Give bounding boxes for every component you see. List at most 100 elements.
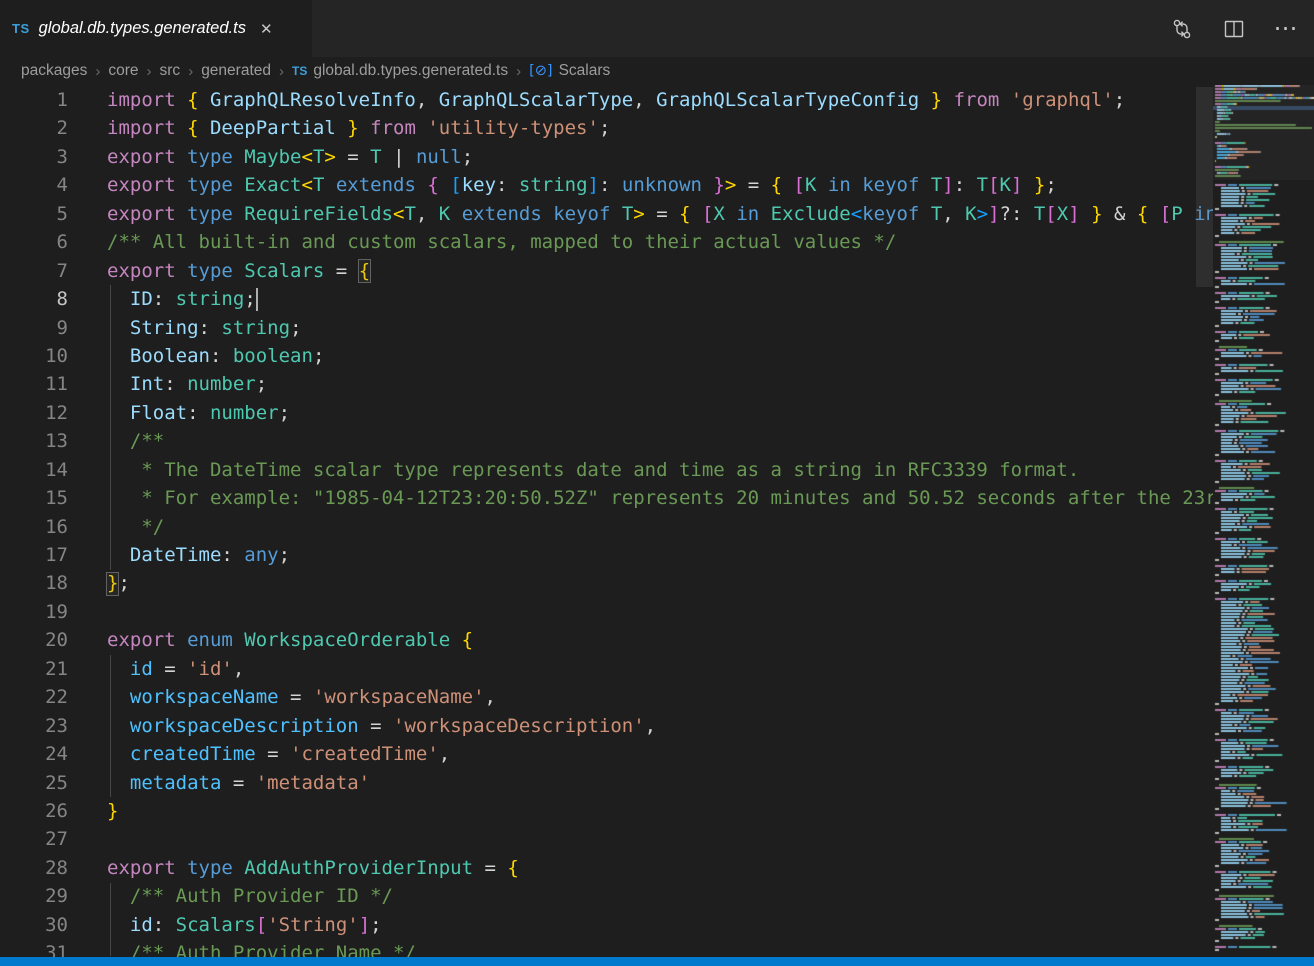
more-actions-icon[interactable]: ⋯ <box>1274 17 1298 41</box>
line-number[interactable]: 15 <box>0 484 68 512</box>
code-line[interactable]: /** <box>107 427 1213 455</box>
line-number[interactable]: 7 <box>0 257 68 285</box>
code-token: [ <box>450 174 461 196</box>
code-line[interactable] <box>107 598 1213 626</box>
code-token: T <box>370 146 381 168</box>
code-line[interactable]: export type RequireFields<T, K extends k… <box>107 200 1213 228</box>
code-token: metadata <box>130 772 222 794</box>
line-number[interactable]: 5 <box>0 200 68 228</box>
code-line[interactable]: export type Scalars = { <box>107 257 1213 285</box>
code-token: enum <box>187 629 244 651</box>
line-number[interactable]: 3 <box>0 143 68 171</box>
code-token: > <box>633 203 644 225</box>
code-line[interactable]: id = 'id', <box>107 655 1213 683</box>
line-number[interactable]: 12 <box>0 399 68 427</box>
code-line[interactable]: }; <box>107 569 1213 597</box>
line-number[interactable]: 9 <box>0 314 68 342</box>
breadcrumb-item-global-db-types-generated-ts[interactable]: TSglobal.db.types.generated.ts <box>292 62 508 80</box>
breadcrumb-item-scalars[interactable]: [⊘]Scalars <box>529 62 610 80</box>
line-number[interactable]: 16 <box>0 513 68 541</box>
code-line[interactable]: * The DateTime scalar type represents da… <box>107 456 1213 484</box>
line-number[interactable]: 8 <box>0 285 68 313</box>
code-line[interactable]: Boolean: boolean; <box>107 342 1213 370</box>
code-line[interactable]: */ <box>107 513 1213 541</box>
code-line[interactable]: workspaceName = 'workspaceName', <box>107 683 1213 711</box>
minimap[interactable] <box>1213 85 1314 957</box>
code-line[interactable]: import { DeepPartial } from 'utility-typ… <box>107 114 1213 142</box>
breadcrumb-item-packages[interactable]: packages <box>21 62 87 80</box>
line-number[interactable]: 29 <box>0 882 68 910</box>
code-token: , <box>416 203 439 225</box>
split-editor-icon[interactable] <box>1222 17 1246 41</box>
code-line[interactable]: /** Auth Provider Name */ <box>107 939 1213 957</box>
tab-close-icon[interactable]: ✕ <box>260 20 273 38</box>
code-line[interactable]: /** Auth Provider ID */ <box>107 882 1213 910</box>
line-number[interactable]: 24 <box>0 740 68 768</box>
code-token: | <box>382 146 416 168</box>
line-number[interactable]: 26 <box>0 797 68 825</box>
scrollbar-slider[interactable] <box>1196 87 1213 287</box>
line-number[interactable]: 28 <box>0 854 68 882</box>
line-number[interactable]: 14 <box>0 456 68 484</box>
code-token: T <box>931 203 942 225</box>
breadcrumb-label: generated <box>201 62 271 80</box>
breadcrumb-item-core[interactable]: core <box>108 62 138 80</box>
code-line[interactable]: id: Scalars['String']; <box>107 911 1213 939</box>
code-line[interactable]: * For example: "1985-04-12T23:20:50.52Z"… <box>107 484 1213 512</box>
code-line[interactable]: export type Maybe<T> = T | null; <box>107 143 1213 171</box>
line-number[interactable]: 22 <box>0 683 68 711</box>
code-token: 'id' <box>187 658 233 680</box>
open-changes-icon[interactable] <box>1170 17 1194 41</box>
code-line[interactable] <box>107 825 1213 853</box>
code-line[interactable]: DateTime: any; <box>107 541 1213 569</box>
code-token: = <box>256 743 290 765</box>
code-token: string <box>519 174 588 196</box>
code-line[interactable]: Int: number; <box>107 370 1213 398</box>
line-number[interactable]: 4 <box>0 171 68 199</box>
line-number[interactable]: 11 <box>0 370 68 398</box>
code-line[interactable]: Float: number; <box>107 399 1213 427</box>
line-number[interactable]: 10 <box>0 342 68 370</box>
code-token: Scalars <box>176 914 256 936</box>
code-line[interactable]: ID: string; <box>107 285 1213 313</box>
typescript-file-icon: TS <box>12 21 30 36</box>
line-number[interactable]: 2 <box>0 114 68 142</box>
code-token: K <box>1000 174 1011 196</box>
line-number[interactable]: 1 <box>0 86 68 114</box>
line-number[interactable]: 21 <box>0 655 68 683</box>
code-line[interactable]: import { GraphQLResolveInfo, GraphQLScal… <box>107 86 1213 114</box>
line-number[interactable]: 6 <box>0 228 68 256</box>
tab-global-db-types-generated-ts[interactable]: TS global.db.types.generated.ts ✕ <box>0 0 312 57</box>
minimap-slider[interactable] <box>1213 85 1314 180</box>
bracket-match-highlight <box>106 572 119 596</box>
code-token: { <box>187 117 210 139</box>
breadcrumb-item-src[interactable]: src <box>160 62 181 80</box>
code-line[interactable]: createdTime = 'createdTime', <box>107 740 1213 768</box>
code-token: ; <box>279 544 290 566</box>
code-line[interactable]: metadata = 'metadata' <box>107 769 1213 797</box>
code-line[interactable]: workspaceDescription = 'workspaceDescrip… <box>107 712 1213 740</box>
line-number[interactable]: 19 <box>0 598 68 626</box>
line-number[interactable]: 17 <box>0 541 68 569</box>
code-token: = <box>153 658 187 680</box>
code-token: : <box>496 174 519 196</box>
code-line[interactable]: String: string; <box>107 314 1213 342</box>
line-number[interactable]: 25 <box>0 769 68 797</box>
line-number[interactable]: 18 <box>0 569 68 597</box>
line-number[interactable]: 23 <box>0 712 68 740</box>
line-number[interactable]: 20 <box>0 626 68 654</box>
code-line[interactable]: } <box>107 797 1213 825</box>
code-line[interactable]: export enum WorkspaceOrderable { <box>107 626 1213 654</box>
code-line[interactable]: export type Exact<T extends { [key: stri… <box>107 171 1213 199</box>
code-token: ] <box>1068 203 1079 225</box>
code-token: X <box>1057 203 1068 225</box>
line-number[interactable]: 30 <box>0 911 68 939</box>
code-area[interactable]: import { GraphQLResolveInfo, GraphQLScal… <box>107 86 1213 957</box>
breadcrumb-item-generated[interactable]: generated <box>201 62 271 80</box>
bracket-match-highlight <box>358 259 371 283</box>
line-number[interactable]: 27 <box>0 825 68 853</box>
code-line[interactable]: export type AddAuthProviderInput = { <box>107 854 1213 882</box>
code-token: import <box>107 117 187 139</box>
line-number[interactable]: 13 <box>0 427 68 455</box>
code-line[interactable]: /** All built-in and custom scalars, map… <box>107 228 1213 256</box>
